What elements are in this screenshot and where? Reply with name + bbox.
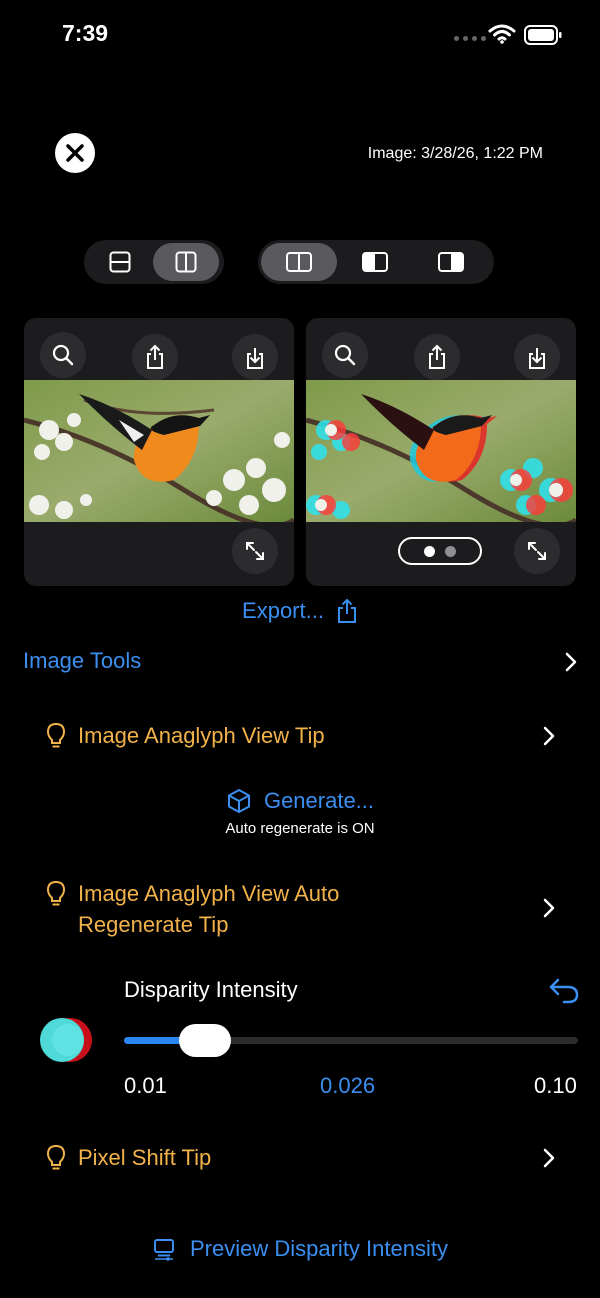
battery-icon	[524, 25, 562, 45]
anaglyph-bird-photo	[306, 380, 576, 522]
disparity-slider-thumb[interactable]	[178, 1024, 231, 1057]
chevron-right-icon	[543, 1148, 555, 1168]
original-image-card	[24, 318, 294, 586]
status-time: 7:39	[62, 20, 109, 46]
cellular-icon	[454, 36, 486, 41]
export-label: Export...	[242, 598, 324, 623]
view-segmented-control	[258, 240, 494, 284]
auto-regenerate-tip-label-line2: Regenerate Tip	[78, 912, 229, 937]
image-tools-label: Image Tools	[23, 648, 142, 673]
anaglyph-view-tip-label: Image Anaglyph View Tip	[78, 723, 325, 748]
generate-label: Generate...	[263, 788, 375, 813]
anaglyph-view-tip-row[interactable]: Image Anaglyph View Tip	[0, 720, 600, 754]
anaglyph-circles-icon	[40, 1018, 92, 1062]
share-icon	[429, 344, 445, 369]
auto-regenerate-status: Auto regenerate is ON	[225, 820, 375, 837]
lightbulb-icon	[46, 722, 66, 748]
close-button[interactable]	[55, 133, 95, 173]
layout-segmented-control	[84, 240, 224, 284]
expand-icon	[528, 542, 546, 560]
pixel-shift-tip-label: Pixel Shift Tip	[78, 1145, 212, 1170]
vertical-split-icon	[175, 251, 197, 273]
chevron-right-icon	[543, 726, 555, 746]
horizontal-split-icon	[109, 251, 131, 273]
page-dot	[445, 545, 456, 557]
fullscreen-button[interactable]	[232, 528, 278, 574]
share-icon	[337, 598, 356, 623]
generate-button[interactable]: Generate... Auto regenerate is ON	[0, 788, 600, 837]
download-icon	[247, 348, 263, 369]
anaglyph-image-card	[306, 318, 576, 586]
export-button[interactable]: Export...	[0, 598, 600, 624]
page-dot-active	[424, 545, 435, 557]
expand-icon	[246, 542, 264, 560]
chevron-right-icon	[543, 898, 555, 918]
slider-current-value: 0.026	[320, 1073, 376, 1098]
auto-regenerate-tip-row[interactable]: Image Anaglyph View Auto Regenerate Tip	[0, 878, 600, 942]
right-half-icon	[438, 252, 464, 272]
segment-horizontal-split[interactable]	[87, 243, 153, 281]
magnify-icon	[334, 344, 356, 366]
segment-left-half[interactable]	[337, 243, 413, 281]
download-icon	[529, 348, 545, 369]
share-button[interactable]	[414, 334, 460, 380]
close-icon	[66, 144, 84, 162]
fullscreen-button[interactable]	[514, 528, 560, 574]
wifi-icon	[488, 24, 516, 44]
zoom-button[interactable]	[322, 332, 368, 378]
preview-disparity-label: Preview Disparity Intensity	[190, 1236, 448, 1261]
disparity-intensity-label: Disparity Intensity	[124, 977, 298, 1002]
image-timestamp: Image: 3/28/26, 1:22 PM	[367, 145, 543, 162]
bird-photo	[24, 380, 294, 522]
lightbulb-icon	[46, 1144, 66, 1170]
share-icon	[147, 344, 163, 369]
pixel-shift-tip-row[interactable]: Pixel Shift Tip	[0, 1142, 600, 1176]
segment-side-by-side[interactable]	[261, 243, 337, 281]
segment-right-half[interactable]	[413, 243, 489, 281]
side-by-side-icon	[286, 252, 312, 272]
magnify-icon	[52, 344, 74, 366]
page-indicator[interactable]	[398, 537, 482, 565]
segment-vertical-split[interactable]	[153, 243, 219, 281]
display-icon	[154, 1239, 174, 1261]
left-half-icon	[362, 252, 388, 272]
chevron-right-icon	[565, 652, 577, 672]
undo-icon[interactable]	[548, 976, 580, 1004]
slider-min-value: 0.01	[124, 1073, 167, 1098]
share-button[interactable]	[132, 334, 178, 380]
auto-regenerate-tip-label-line1: Image Anaglyph View Auto	[78, 881, 340, 906]
zoom-button[interactable]	[40, 332, 86, 378]
preview-disparity-button[interactable]: Preview Disparity Intensity	[0, 1236, 600, 1262]
image-tools-row[interactable]: Image Tools	[0, 648, 600, 680]
cube-icon	[227, 789, 250, 813]
download-button[interactable]	[514, 334, 560, 380]
download-button[interactable]	[232, 334, 278, 380]
lightbulb-icon	[46, 880, 66, 906]
slider-max-value: 0.10	[534, 1073, 577, 1098]
